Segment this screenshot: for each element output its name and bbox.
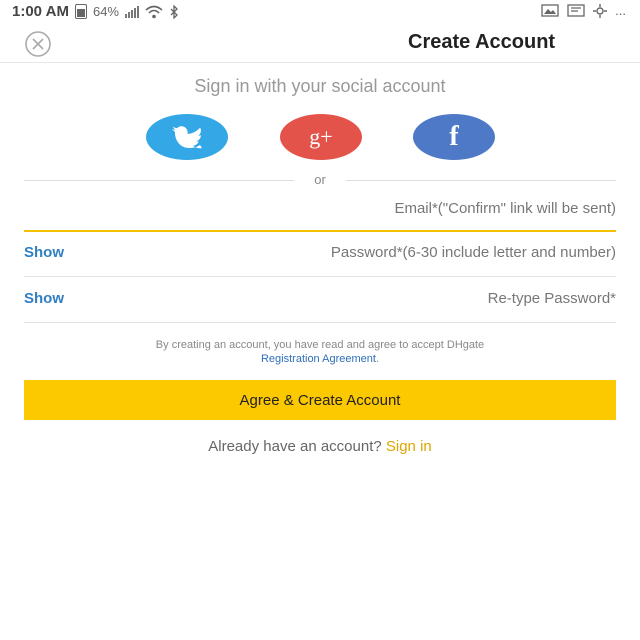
signin-row: Already have an account? Sign in xyxy=(0,438,640,455)
retype-underline xyxy=(24,322,616,323)
bluetooth-icon xyxy=(170,4,178,19)
clock: 1:00 AM xyxy=(12,3,69,20)
google-plus-icon: g+ xyxy=(309,124,333,149)
agree-create-account-button[interactable]: Agree & Create Account xyxy=(24,380,616,420)
header: Create Account xyxy=(0,24,640,63)
registration-agreement-link[interactable]: Registration Agreement xyxy=(261,353,376,365)
terms-text: By creating an account, you have read an… xyxy=(30,338,610,366)
wifi-icon xyxy=(145,5,163,18)
divider-right xyxy=(346,180,616,181)
create-button-label: Agree & Create Account xyxy=(239,391,401,409)
password-show-toggle[interactable]: Show xyxy=(24,244,64,261)
twitter-button[interactable] xyxy=(146,114,228,160)
password-underline xyxy=(24,276,616,277)
retype-placeholder: Re-type Password* xyxy=(487,290,616,307)
retype-show-toggle[interactable]: Show xyxy=(24,290,64,307)
facebook-button[interactable]: f xyxy=(413,114,495,160)
more-icon: ... xyxy=(615,3,626,18)
twitter-bird-icon xyxy=(172,126,202,149)
password-field[interactable]: Show Password*(6-30 include letter and n… xyxy=(24,232,616,276)
status-bar-right: ... xyxy=(541,3,626,18)
retype-password-field[interactable]: Show Re-type Password* xyxy=(24,278,616,322)
signal-icon xyxy=(125,5,139,18)
settings-icon xyxy=(593,3,608,18)
social-buttons: g+ f xyxy=(0,114,640,160)
terms-suffix: . xyxy=(375,353,379,365)
status-bar-left: 1:00 AM 64% xyxy=(12,3,179,20)
social-heading: Sign in with your social account xyxy=(194,76,446,96)
notification-icon xyxy=(567,4,585,17)
sign-in-link[interactable]: Sign in xyxy=(386,438,432,455)
email-field[interactable]: Email*("Confirm" link will be sent) xyxy=(24,188,616,232)
google-plus-button[interactable]: g+ xyxy=(280,114,362,160)
page-title: Create Account xyxy=(408,31,556,53)
email-placeholder: Email*("Confirm" link will be sent) xyxy=(394,200,616,217)
or-label: or xyxy=(314,172,326,187)
battery-percent: 64% xyxy=(92,4,119,19)
already-have-account-text: Already have an account? xyxy=(208,438,382,455)
terms-statement: By creating an account, you have read an… xyxy=(155,339,485,351)
divider-left xyxy=(24,180,294,181)
status-bar: 1:00 AM 64% ... xyxy=(0,0,640,24)
image-icon xyxy=(541,4,559,17)
password-placeholder: Password*(6-30 include letter and number… xyxy=(330,244,616,261)
close-icon[interactable] xyxy=(24,30,52,58)
battery-icon xyxy=(74,4,87,19)
facebook-icon: f xyxy=(449,121,459,152)
